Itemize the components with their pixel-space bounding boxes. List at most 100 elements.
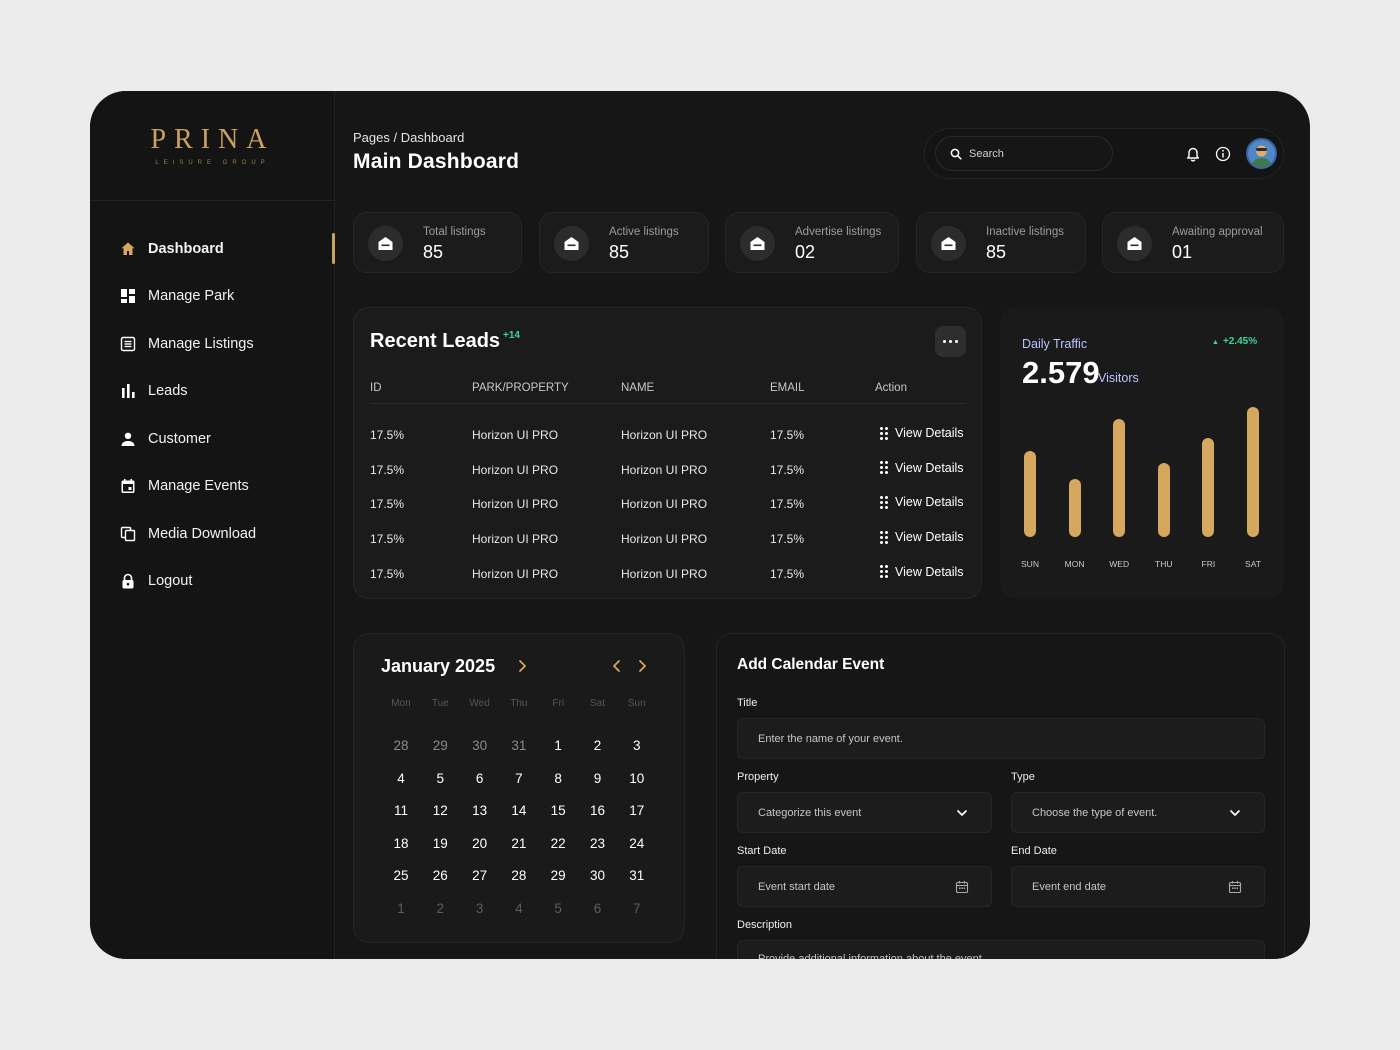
sidebar-item-manage-listings[interactable]: Manage Listings: [90, 320, 335, 368]
calendar-day[interactable]: 2: [578, 738, 618, 753]
calendar-day[interactable]: 30: [578, 868, 618, 883]
cell-email: 17.5%: [770, 566, 805, 581]
property-label: Property: [737, 771, 779, 783]
sidebar-item-leads[interactable]: Leads: [90, 368, 335, 416]
calendar-day[interactable]: 31: [617, 868, 657, 883]
calendar-day[interactable]: 15: [538, 803, 578, 818]
calendar-day[interactable]: 31: [499, 738, 539, 753]
stat-label: Total listings: [423, 226, 486, 238]
x-tick-label: SAT: [1245, 559, 1261, 569]
calendar-icon[interactable]: [1228, 880, 1242, 894]
more-options-button[interactable]: [935, 326, 966, 357]
search-icon: [950, 148, 962, 160]
copy-icon: [120, 526, 136, 542]
calendar-day[interactable]: 26: [420, 868, 460, 883]
month-expand-chevron-icon[interactable]: [514, 658, 530, 674]
calendar-day[interactable]: 7: [499, 771, 539, 786]
end-date-input[interactable]: [1032, 880, 1218, 893]
search-input[interactable]: [969, 147, 1099, 160]
traffic-bar-wed: [1113, 418, 1126, 537]
view-details-button[interactable]: View Details: [880, 495, 964, 509]
sidebar-item-media-download[interactable]: Media Download: [90, 510, 335, 558]
home-icon: [120, 241, 136, 257]
calendar-day[interactable]: 12: [420, 803, 460, 818]
calendar-day[interactable]: 1: [538, 738, 578, 753]
sidebar-item-manage-park[interactable]: Manage Park: [90, 273, 335, 321]
sidebar-item-customer[interactable]: Customer: [90, 415, 335, 463]
title-field[interactable]: [737, 718, 1265, 759]
traffic-bar-fri: [1202, 438, 1215, 537]
calendar-day[interactable]: 6: [578, 901, 618, 916]
view-details-button[interactable]: View Details: [880, 530, 964, 544]
next-month-icon[interactable]: [634, 658, 650, 674]
drag-dots-icon: [880, 565, 888, 579]
calendar-day[interactable]: 27: [460, 868, 500, 883]
property-select[interactable]: Categorize this event: [737, 792, 992, 833]
logo[interactable]: PRINA LEISURE GROUP: [90, 91, 335, 201]
calendar-day[interactable]: 4: [499, 901, 539, 916]
calendar-day[interactable]: 29: [420, 738, 460, 753]
avatar[interactable]: [1246, 138, 1277, 169]
cell-park: Horizon UI PRO: [472, 462, 559, 477]
calendar-day[interactable]: 6: [460, 771, 500, 786]
calendar-day[interactable]: 11: [381, 803, 421, 818]
type-select[interactable]: Choose the type of event.: [1011, 792, 1265, 833]
calendar-day[interactable]: 7: [617, 901, 657, 916]
calendar-day[interactable]: 3: [460, 901, 500, 916]
sidebar-item-logout[interactable]: Logout: [90, 558, 335, 606]
listing-house-icon: [931, 226, 966, 261]
calendar-day[interactable]: 25: [381, 868, 421, 883]
calendar-icon[interactable]: [955, 880, 969, 894]
view-details-button[interactable]: View Details: [880, 461, 964, 475]
calendar-day[interactable]: 3: [617, 738, 657, 753]
breadcrumb[interactable]: Pages / Dashboard: [353, 130, 464, 145]
cell-email: 17.5%: [770, 428, 805, 442]
calendar-day[interactable]: 5: [420, 771, 460, 786]
sidebar-item-dashboard[interactable]: Dashboard: [90, 225, 335, 273]
calendar-day[interactable]: 1: [381, 901, 421, 916]
calendar-day[interactable]: 28: [499, 868, 539, 883]
sidebar-item-label: Media Download: [148, 525, 257, 542]
view-details-button[interactable]: View Details: [880, 565, 964, 579]
sidebar-item-label: Manage Park: [148, 288, 235, 305]
calendar-icon: [120, 478, 136, 494]
description-field[interactable]: [737, 940, 1265, 959]
leads-count-badge: +14: [503, 330, 520, 341]
stat-label: Active listings: [609, 226, 679, 238]
calendar-day[interactable]: 28: [381, 738, 421, 753]
title-input[interactable]: [758, 732, 1163, 745]
calendar-day[interactable]: 29: [538, 868, 578, 883]
calendar-day[interactable]: 19: [420, 836, 460, 851]
calendar-day[interactable]: 17: [617, 803, 657, 818]
view-details-button[interactable]: View Details: [880, 426, 964, 440]
calendar-day[interactable]: 24: [617, 836, 657, 851]
calendar-day[interactable]: 9: [578, 771, 618, 786]
calendar-day[interactable]: 2: [420, 901, 460, 916]
bell-icon[interactable]: [1184, 145, 1202, 163]
page-title: Main Dashboard: [353, 150, 520, 173]
calendar-day[interactable]: 8: [538, 771, 578, 786]
view-details-label: View Details: [895, 495, 964, 510]
calendar-day[interactable]: 23: [578, 836, 618, 851]
search-box[interactable]: [935, 136, 1113, 171]
info-icon[interactable]: [1214, 145, 1232, 163]
calendar-day[interactable]: 18: [381, 836, 421, 851]
calendar-month-title[interactable]: January 2025: [381, 656, 495, 677]
description-input[interactable]: [758, 953, 1163, 959]
calendar-day[interactable]: 30: [460, 738, 500, 753]
start-date-input[interactable]: [758, 880, 945, 893]
start-date-field[interactable]: [737, 866, 992, 907]
end-date-field[interactable]: [1011, 866, 1265, 907]
calendar-day[interactable]: 5: [538, 901, 578, 916]
calendar-day[interactable]: 20: [460, 836, 500, 851]
calendar-day[interactable]: 10: [617, 771, 657, 786]
calendar-day[interactable]: 21: [499, 836, 539, 851]
stat-card-active-listings: Active listings 85: [539, 212, 709, 273]
calendar-day[interactable]: 4: [381, 771, 421, 786]
calendar-day[interactable]: 14: [499, 803, 539, 818]
calendar-day[interactable]: 16: [578, 803, 618, 818]
prev-month-icon[interactable]: [609, 658, 625, 674]
calendar-day[interactable]: 22: [538, 836, 578, 851]
calendar-day[interactable]: 13: [460, 803, 500, 818]
sidebar-item-manage-events[interactable]: Manage Events: [90, 463, 335, 511]
